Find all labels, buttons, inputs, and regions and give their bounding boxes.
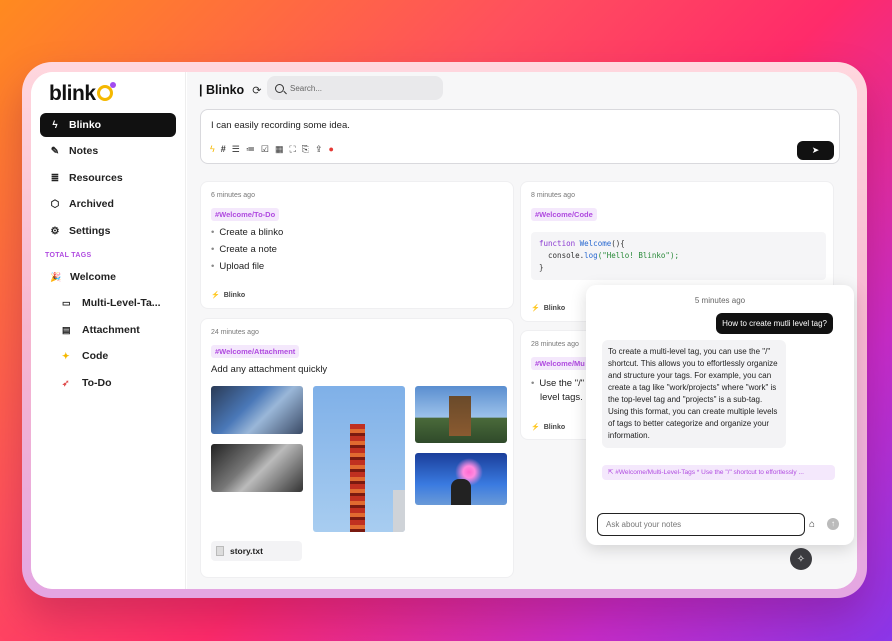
code-block: function Welcome(){ console.log("Hello! … — [531, 232, 826, 280]
editor-text[interactable]: I can easily recording some idea. — [211, 120, 350, 131]
card-time: 24 minutes ago — [211, 329, 259, 336]
ai-assistant-button[interactable]: ✧ — [790, 548, 812, 570]
bolt-icon: ϟ — [52, 119, 58, 131]
card-text: Add any attachment quickly — [211, 364, 328, 375]
tag-label: Attachment — [82, 324, 140, 336]
sidebar-item-label: Blinko — [69, 119, 102, 131]
sidebar-item-label: Settings — [69, 225, 111, 237]
ai-message: To create a multi-level tag, you can use… — [602, 340, 786, 448]
card-time: 8 minutes ago — [531, 192, 575, 199]
card-tag[interactable]: #Welcome/To-Do — [211, 208, 280, 221]
ai-chat-panel: 5 minutes ago How to create mutli level … — [586, 285, 854, 545]
search-input[interactable]: Search... — [267, 76, 443, 100]
gear-icon: ⚙ — [50, 225, 60, 237]
note-card-attachment[interactable]: 24 minutes ago #Welcome/Attachment Add a… — [200, 318, 514, 578]
list-item-continuation: level tags. — [540, 392, 583, 403]
toolbox-icon[interactable]: ⌂ — [809, 519, 815, 530]
search-icon — [275, 83, 284, 93]
send-button[interactable]: ➤ — [797, 141, 834, 160]
sidebar-item-resources[interactable]: ≣ Resources — [40, 166, 176, 190]
card-time: 28 minutes ago — [531, 341, 579, 348]
checklist-icon[interactable]: ☑ — [261, 144, 269, 155]
rocket-icon: ➶ — [62, 377, 70, 388]
card-footer: Blinko — [531, 423, 565, 431]
fullscreen-icon[interactable]: ⛶ — [289, 144, 295, 155]
chat-time: 5 minutes ago — [694, 296, 746, 305]
file-icon — [216, 546, 224, 556]
bandage-icon: ▭ — [62, 297, 71, 308]
chat-input-placeholder: Ask about your notes — [606, 520, 682, 529]
upload-icon[interactable]: ⇪ — [315, 144, 323, 155]
attachment-image[interactable] — [313, 386, 405, 532]
tag-item-todo[interactable]: ➶ To-Do — [62, 377, 112, 389]
tag-label: Welcome — [70, 271, 116, 283]
card-tag[interactable]: #Welcome/Mu — [531, 357, 589, 370]
tag-item-attachment[interactable]: ▤ Attachment — [62, 324, 140, 336]
tag-label: Code — [82, 350, 109, 362]
tags-section-title: TOTAL TAGS — [45, 252, 92, 259]
hashtag-icon[interactable]: # — [221, 144, 226, 155]
database-icon: ≣ — [50, 172, 60, 184]
chat-input[interactable]: Ask about your notes — [597, 513, 805, 536]
app-logo: blink — [49, 82, 116, 106]
attachment-file[interactable]: story.txt — [211, 541, 302, 561]
tag-item-multi-level[interactable]: ▭ Multi-Level-Ta... — [62, 297, 161, 309]
list-item: Upload file — [211, 261, 264, 272]
sparkle-icon: ✧ — [796, 553, 806, 565]
editor-toolbar: ϟ # ☰ ≔ ☑ ▦ ⛶ ⎘ ⇪ ● — [210, 144, 334, 155]
attach-icon[interactable]: ⎘ — [302, 144, 309, 155]
bolt-icon[interactable]: ϟ — [210, 144, 215, 155]
note-editor[interactable]: I can easily recording some idea. ϟ # ☰ … — [200, 109, 840, 164]
card-time: 6 minutes ago — [211, 192, 255, 199]
sidebar-item-label: Notes — [69, 145, 99, 157]
record-icon[interactable]: ● — [329, 144, 334, 155]
card-footer: Blinko — [211, 291, 245, 299]
list-item: Create a note — [211, 244, 277, 255]
page-title: | Blinko — [199, 83, 245, 97]
tag-item-welcome[interactable]: 🎉 Welcome — [50, 271, 116, 283]
file-name: story.txt — [230, 546, 263, 556]
sidebar-item-label: Resources — [69, 172, 123, 184]
send-icon: ➤ — [811, 145, 820, 155]
sidebar-item-archived[interactable]: ⬡ Archived — [40, 192, 176, 216]
note-card-todo[interactable]: 6 minutes ago #Welcome/To-Do Create a bl… — [200, 181, 514, 309]
attachment-image[interactable] — [415, 386, 507, 443]
box-icon: ⬡ — [50, 198, 60, 210]
cabinet-icon: ▤ — [62, 324, 71, 335]
topbar: | Blinko ⟳ — [199, 77, 261, 103]
attachment-image[interactable] — [211, 444, 303, 492]
sidebar-item-notes[interactable]: ✎ Notes — [40, 139, 176, 163]
card-tag[interactable]: #Welcome/Code — [531, 208, 597, 221]
attachment-image[interactable] — [211, 386, 303, 434]
table-icon[interactable]: ▦ — [275, 144, 284, 155]
send-up-icon[interactable]: ↑ — [827, 518, 839, 530]
sidebar-item-settings[interactable]: ⚙ Settings — [40, 219, 176, 243]
tag-item-code[interactable]: ✦ Code — [62, 350, 108, 362]
sidebar-item-label: Archived — [69, 198, 114, 210]
sidebar-item-blinko[interactable]: ϟ Blinko — [40, 113, 176, 137]
search-placeholder: Search... — [290, 83, 323, 93]
numbered-list-icon[interactable]: ≔ — [246, 144, 255, 155]
attachment-image[interactable] — [415, 453, 507, 505]
refresh-icon[interactable]: ⟳ — [252, 84, 261, 97]
party-icon: 🎉 — [50, 271, 62, 282]
card-footer: Blinko — [531, 304, 565, 312]
bullet-list-icon[interactable]: ☰ — [232, 144, 240, 155]
reference-link[interactable]: ⇱ #Welcome/Multi-Level-Tags * Use the "/… — [602, 465, 835, 480]
sparkle-icon: ✦ — [62, 350, 70, 361]
sidebar: blink ϟ Blinko ✎ Notes ≣ Resources ⬡ Arc… — [31, 72, 186, 589]
note-icon: ✎ — [50, 145, 60, 157]
list-item: Create a blinko — [211, 227, 283, 238]
tag-label: Multi-Level-Ta... — [82, 297, 161, 309]
user-message: How to create mutli level tag? — [716, 313, 833, 334]
tag-label: To-Do — [82, 377, 112, 389]
card-tag[interactable]: #Welcome/Attachment — [211, 345, 300, 358]
list-item: Use the "/" — [531, 378, 584, 389]
